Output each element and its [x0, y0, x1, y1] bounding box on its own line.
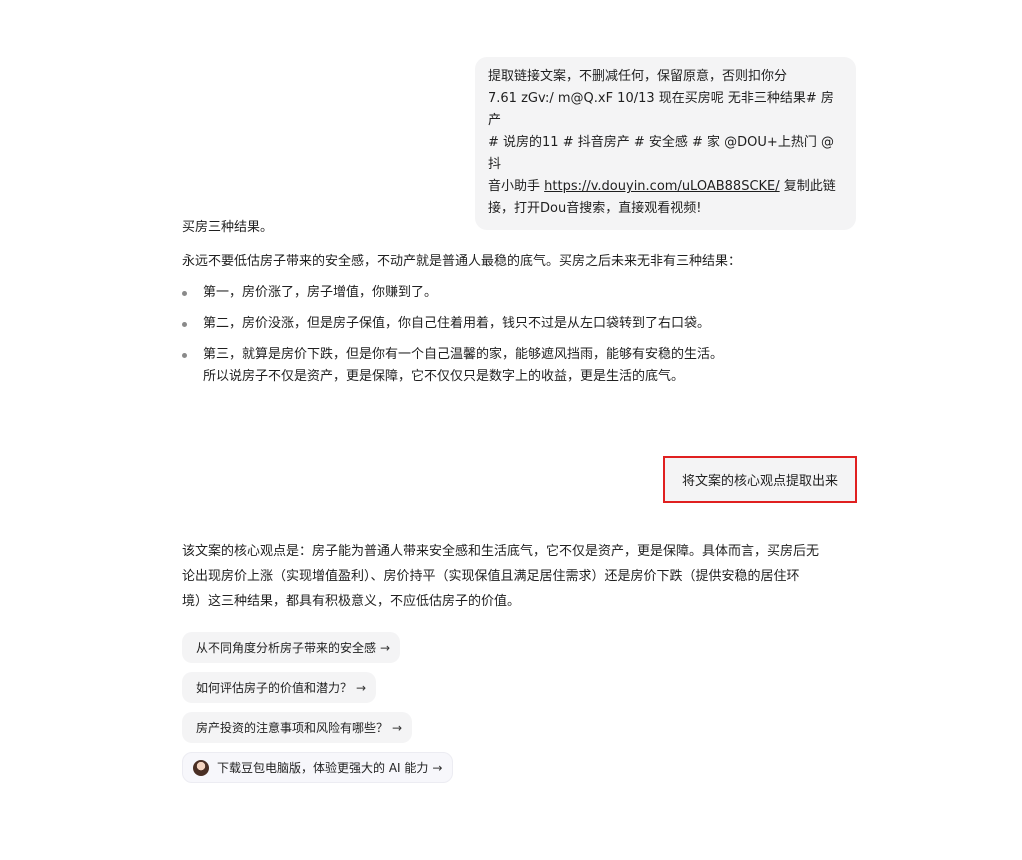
result-list: 第一，房价涨了，房子增值，你赚到了。 第二，房价没涨，但是房子保值，你自己住着用… [182, 282, 862, 388]
reply-intro: 永远不要低估房子带来的安全感，不动产就是普通人最稳的底气。买房之后未来无非有三种… [182, 254, 742, 269]
user-message-line: 音小助手 https://v.douyin.com/uLOAB88SCKE/ 复… [488, 176, 842, 198]
list-item-text: 第一，房价涨了，房子增值，你赚到了。 [203, 285, 438, 300]
download-chip-text: 下载豆包电脑版，体验更强大的 AI 能力 [217, 761, 429, 775]
list-item: 第三，就算是房价下跌，但是你有一个自己温馨的家，能够遮风挡雨，能够有安稳的生活。… [182, 344, 862, 388]
arrow-right-icon: → [356, 680, 367, 695]
chat-page: 提取链接文案，不删减任何，保留原意，否则扣你分 7.61 zGv:/ m@Q.x… [0, 0, 1022, 860]
list-item: 第二，房价没涨，但是房子保值，你自己住着用着，钱只不过是从左口袋转到了右口袋。 [182, 313, 862, 335]
suggestion-chip[interactable]: 房产投资的注意事项和风险有哪些？ → [182, 712, 413, 743]
user-message-text: 复制此链 [779, 179, 836, 194]
list-item-text: 第二，房价没涨，但是房子保值，你自己住着用着，钱只不过是从左口袋转到了右口袋。 [203, 316, 711, 331]
list-item-continuation: 所以说房子不仅是资产，更是保障，它不仅仅只是数字上的收益，更是生活的底气。 [203, 369, 685, 384]
bullet-icon [182, 353, 187, 358]
user-message-bubble: 提取链接文案，不删减任何，保留原意，否则扣你分 7.61 zGv:/ m@Q.x… [475, 57, 856, 230]
user-message-text: 音小助手 [488, 179, 545, 194]
bullet-icon [182, 322, 187, 327]
assistant-reply: 买房三种结果。 永远不要低估房子带来的安全感，不动产就是普通人最稳的底气。买房之… [182, 217, 862, 397]
suggestion-chip[interactable]: 从不同角度分析房子带来的安全感 → [182, 632, 401, 663]
user-message-text: 将文案的核心观点提取出来 [681, 474, 838, 489]
suggestion-chip[interactable]: 如何评估房子的价值和潜力？ → [182, 672, 377, 703]
reply-line: 论出现房价上涨（实现增值盈利）、房价持平（实现保值且满足居住需求）还是房价下跌（… [182, 569, 800, 584]
suggestion-text: 从不同角度分析房子带来的安全感 [196, 641, 377, 655]
list-item-text: 第三，就算是房价下跌，但是你有一个自己温馨的家，能够遮风挡雨，能够有安稳的生活。 [203, 347, 724, 362]
arrow-right-icon: → [380, 640, 391, 655]
user-message-line: 7.61 zGv:/ m@Q.xF 10/13 现在买房呢 无非三种结果# 房产 [488, 91, 834, 128]
list-item: 第一，房价涨了，房子增值，你赚到了。 [182, 282, 862, 304]
user-message-line: # 说房的11 # 抖音房产 # 安全感 # 家 @DOU+上热门 @抖 [488, 135, 834, 172]
suggestion-text: 房产投资的注意事项和风险有哪些？ [196, 721, 389, 735]
suggestion-list: 从不同角度分析房子带来的安全感 → 如何评估房子的价值和潜力？ → 房产投资的注… [182, 632, 454, 792]
download-desktop-app-chip[interactable]: 下载豆包电脑版，体验更强大的 AI 能力 → [182, 752, 454, 783]
user-message-line: 提取链接文案，不删减任何，保留原意，否则扣你分 [488, 69, 788, 84]
suggestion-text: 如何评估房子的价值和潜力？ [196, 681, 353, 695]
arrow-right-icon: → [432, 760, 443, 775]
reply-line: 该文案的核心观点是：房子能为普通人带来安全感和生活底气，它不仅是资产，更是保障。… [182, 544, 820, 559]
assistant-reply-core-points: 该文案的核心观点是：房子能为普通人带来安全感和生活底气，它不仅是资产，更是保障。… [182, 539, 858, 614]
bullet-icon [182, 291, 187, 296]
doubao-avatar-icon [193, 759, 209, 776]
reply-line: 境）这三种结果，都具有积极意义，不应低估房子的价值。 [182, 594, 521, 609]
douyin-link[interactable]: https://v.douyin.com/uLOAB88SCKE/ [544, 179, 780, 194]
arrow-right-icon: → [392, 720, 403, 735]
user-message-bubble-highlighted: 将文案的核心观点提取出来 [663, 456, 857, 503]
reply-title: 买房三种结果。 [182, 220, 274, 235]
